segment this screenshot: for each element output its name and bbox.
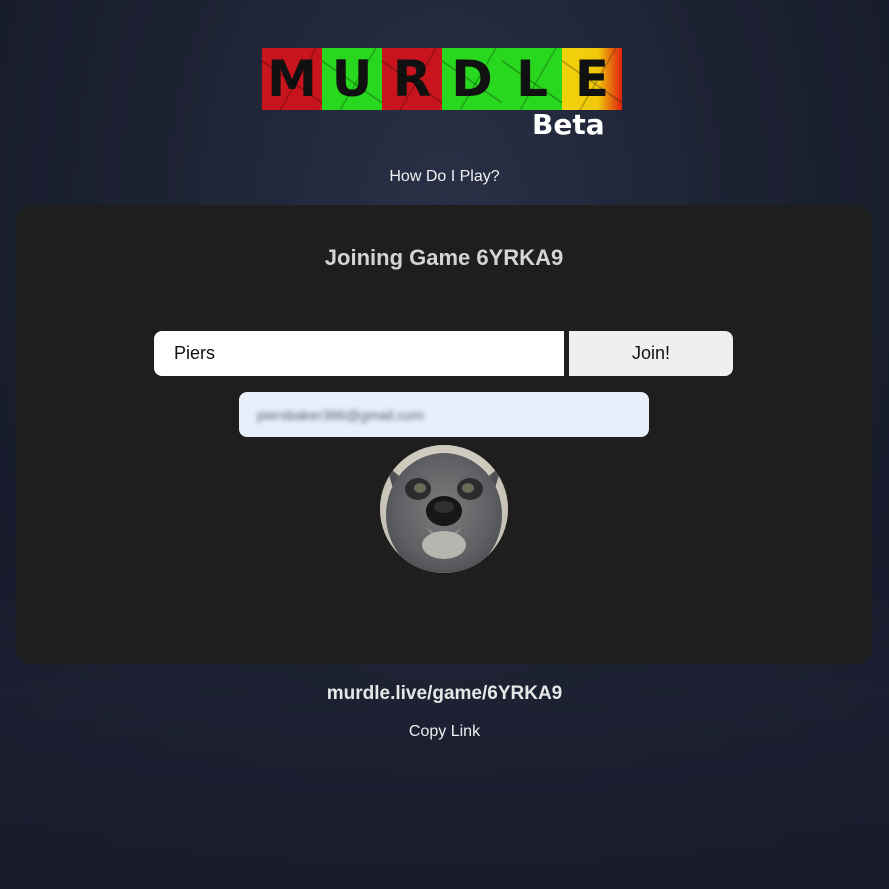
logo-tile-u: U bbox=[322, 48, 382, 110]
logo-tile-l: L bbox=[502, 48, 562, 110]
logo-tile-r: R bbox=[382, 48, 442, 110]
player-name-input[interactable] bbox=[154, 331, 564, 376]
beta-badge: Beta bbox=[532, 108, 605, 141]
cat-avatar-icon bbox=[380, 445, 508, 573]
logo-tile-m: M bbox=[262, 48, 322, 110]
join-button[interactable]: Join! bbox=[569, 331, 733, 376]
email-field[interactable]: piersbaker386@gmail.com bbox=[239, 392, 649, 437]
card-title: Joining Game 6YRKA9 bbox=[324, 245, 564, 270]
murdle-logo: M U R D L E Beta bbox=[262, 42, 626, 142]
avatar bbox=[380, 445, 508, 573]
join-game-card: Joining Game 6YRKA9 Join! piersbaker386@… bbox=[16, 205, 872, 664]
how-to-play-link[interactable]: How Do I Play? bbox=[0, 168, 889, 186]
logo-tile-d: D bbox=[442, 48, 502, 110]
logo-tiles: M U R D L E bbox=[262, 48, 622, 110]
game-url: murdle.live/game/6YRKA9 bbox=[326, 683, 563, 704]
copy-link-button[interactable]: Copy Link bbox=[0, 723, 889, 741]
logo-tile-e: E bbox=[562, 48, 622, 110]
email-value: piersbaker386@gmail.com bbox=[257, 406, 424, 423]
